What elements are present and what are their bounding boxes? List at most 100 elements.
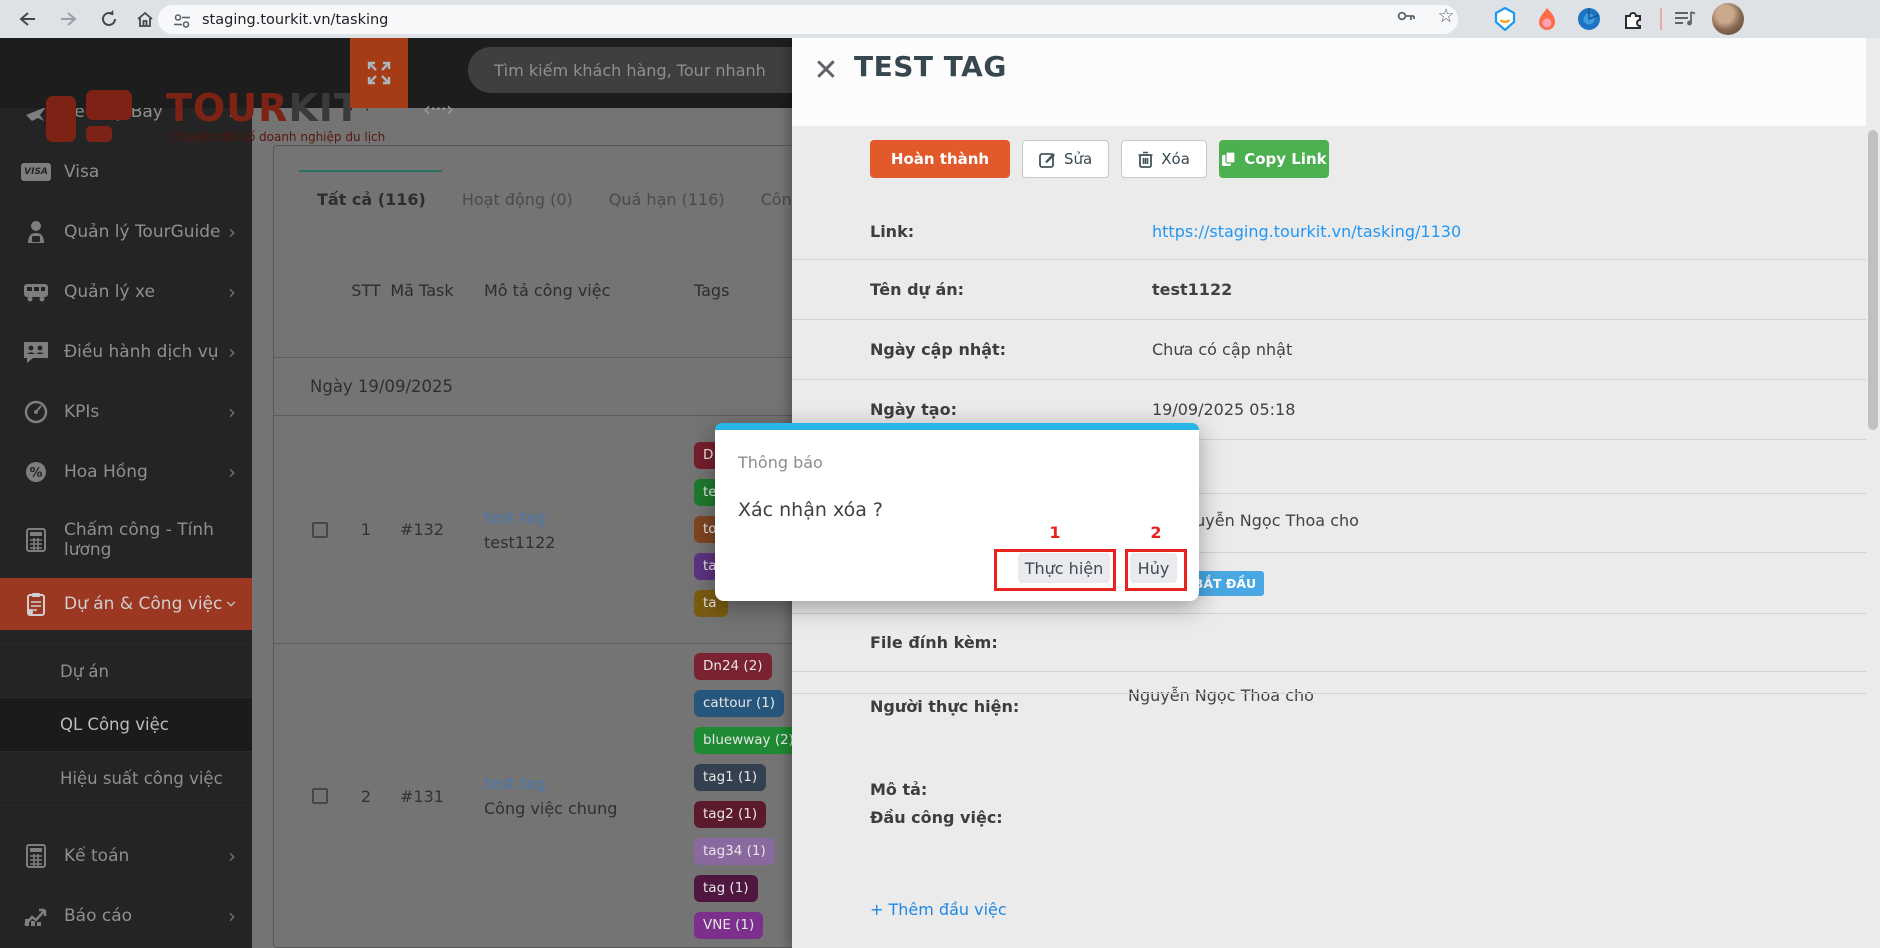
add-subtask-link[interactable]: + Thêm đầu việc [870,900,1007,919]
sidebar-item-visa[interactable]: VISA Visa [0,142,252,202]
toolbar-separator [1660,8,1662,30]
sidebar-item-label: Điều hành dịch vụ [64,342,228,362]
tag-chip[interactable]: bluewway (2) [694,727,803,754]
annotation-number-1: 1 [994,523,1116,542]
sidebar-item-quan-ly-xe[interactable]: Quản lý xe [0,262,252,322]
field-row-assignee: Người thực hiện: Nguyễn Ngọc Thoa cho [792,672,1866,740]
tab-qua-han[interactable]: Quá hạn (116) [609,190,725,223]
field-row-link: Link: https://staging.tourkit.vn/tasking… [792,203,1866,260]
col-mo-ta: Mô tả công việc [454,281,694,300]
field-label: Tên dự án: [870,280,1152,299]
tag-chip[interactable]: tag2 (1) [694,801,766,828]
reload-icon[interactable] [96,7,122,31]
password-key-icon[interactable] [1394,5,1418,27]
sidebar-item-du-an-cong-viec[interactable]: Dự án & Công việc [0,578,252,630]
bookmark-star-icon[interactable]: ☆ [1434,5,1458,27]
delete-button[interactable]: Xóa [1121,140,1207,178]
extension-flame-icon[interactable] [1534,6,1560,32]
annotation-number-2: 2 [1125,523,1187,542]
copy-link-button[interactable]: Copy Link [1219,140,1329,178]
extension-shutter-icon[interactable] [1576,6,1602,32]
extensions-puzzle-icon[interactable] [1620,6,1646,32]
sidebar-item-bao-cao[interactable]: Báo cáo [0,886,252,946]
tourkit-logo-text[interactable]: TOURKIT [166,86,361,130]
reading-list-icon[interactable] [1672,6,1698,32]
sidebar-item-quan-ly-tourguide[interactable]: Quản lý TourGuide [0,202,252,262]
edit-button[interactable]: Sửa [1022,140,1109,178]
sidebar-item-kpis[interactable]: KPIs [0,382,252,442]
trash-icon [1138,151,1153,168]
row-task-code: #131 [390,787,454,806]
row-checkbox[interactable] [312,522,328,538]
tour-guide-icon [22,220,50,244]
sidebar-item-dieu-hanh-dich-vu[interactable]: Điều hành dịch vụ [0,322,252,382]
pencil-icon [1039,151,1056,168]
task-title-link[interactable]: test tag [484,774,694,793]
tag-chip[interactable]: VNE (1) [694,912,763,939]
forward-icon[interactable] [56,7,82,31]
sidebar-subitem-label: QL Công việc [60,715,169,734]
field-label: Người thực hiện: [870,697,1152,716]
sidebar-subitem-label: Hiệu suất công việc [60,769,223,788]
site-settings-icon[interactable] [170,10,194,32]
confirm-dialog: Thông báo Xác nhận xóa ? Thực hiện Hủy 1… [715,423,1199,601]
task-title-link[interactable]: test tag [484,508,694,527]
chevron-right-icon [228,844,236,868]
collapse-sidebar-icon[interactable]: ‹···› [414,94,462,124]
service-operations-icon [22,340,50,364]
field-value: 19/09/2025 05:18 [1152,400,1295,419]
sidebar-item-label: Kế toán [64,846,228,866]
close-icon[interactable]: ✕ [810,56,842,88]
home-icon[interactable] [132,7,158,31]
svg-text:%: % [29,466,42,481]
panel-title: TEST TAG [854,50,1007,83]
percent-badge-icon: % [22,460,50,484]
col-stt: STT [342,281,390,300]
global-search-input[interactable] [468,47,820,93]
task-url-link[interactable]: https://staging.tourkit.vn/tasking/1130 [1152,222,1461,241]
chevron-right-icon [228,400,236,424]
tag-chip[interactable]: cattour (1) [694,690,784,717]
profile-avatar[interactable] [1712,3,1744,35]
tag-chip[interactable]: Dn24 (2) [694,653,772,680]
visa-card-icon: VISA [22,160,50,184]
sidebar-subitem-hieu-suat[interactable]: Hiệu suất công việc [0,752,252,806]
row-task-code: #132 [390,520,454,539]
field-row-project: Tên dự án: test1122 [792,260,1866,320]
tab-hoat-dong[interactable]: Hoạt động (0) [462,190,573,223]
fullscreen-button[interactable] [350,38,408,108]
row-checkbox[interactable] [312,788,328,804]
report-chart-icon [22,904,50,928]
back-icon[interactable] [14,7,40,31]
delete-button-label: Xóa [1161,150,1190,168]
tag-chip[interactable]: tag (1) [694,875,758,902]
annotation-box-1 [994,549,1116,591]
description-label: Mô tả: [870,780,1790,799]
sidebar-item-ke-toan[interactable]: Kế toán [0,826,252,886]
sidebar-item-hoa-hong[interactable]: % Hoa Hồng [0,442,252,502]
field-row-updated: Ngày cập nhật: Chưa có cập nhật [792,320,1866,380]
chevron-right-icon [228,220,236,244]
description-block: Mô tả: Đầu công việc: [870,780,1790,836]
chevron-right-icon [228,280,236,304]
complete-button[interactable]: Hoàn thành [870,140,1010,178]
address-bar[interactable]: staging.tourkit.vn/tasking [158,5,1458,34]
sidebar-item-label: Quản lý xe [64,282,228,302]
date-group-label: Ngày 19/09/2025 [310,377,453,396]
sidebar-subitem-du-an[interactable]: Dự án [0,644,252,698]
tourkit-logo-icon[interactable] [46,90,146,142]
scrollbar-thumb[interactable] [1868,130,1878,430]
sidebar-item-label: Quản lý TourGuide [64,222,228,242]
tag-chip[interactable]: tag34 (1) [694,838,775,865]
assignee-value: Nguyễn Ngọc Thoa cho [1173,511,1359,530]
field-value: test1122 [1152,280,1232,299]
sidebar-item-label: Dự án & Công việc [64,594,228,614]
extension-shield-icon[interactable] [1492,6,1518,32]
tag-chip[interactable]: tag1 (1) [694,764,766,791]
annotation-box-2 [1125,549,1187,591]
panel-scrollbar[interactable] [1866,38,1880,948]
tab-tat-ca[interactable]: Tất cả (116) [317,190,426,223]
sidebar-subitem-ql-cong-viec[interactable]: QL Công việc [0,698,252,752]
sidebar-item-cham-cong[interactable]: Chấm công - Tính lương [0,502,252,578]
sidebar-item-label: Báo cáo [64,906,228,926]
